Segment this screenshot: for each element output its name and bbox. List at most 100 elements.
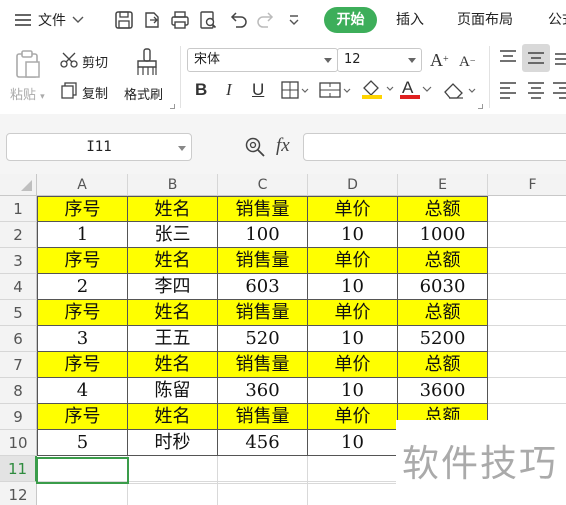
cell-c7[interactable]: 销售量 <box>218 352 308 378</box>
cell-e3[interactable]: 总额 <box>398 248 488 274</box>
cell-b8[interactable]: 陈留 <box>128 378 218 404</box>
cell-e8[interactable]: 3600 <box>398 378 488 404</box>
cell-d10[interactable]: 10 <box>308 430 398 456</box>
clear-format-icon[interactable] <box>441 80 477 100</box>
cell-f8[interactable] <box>488 378 566 404</box>
cell-b12[interactable] <box>128 482 218 505</box>
paste-icon[interactable] <box>12 48 44 80</box>
formula-input[interactable] <box>303 133 566 161</box>
cell-d5[interactable]: 单价 <box>308 300 398 326</box>
cell-c5[interactable]: 销售量 <box>218 300 308 326</box>
cell-a10[interactable]: 5 <box>37 430 128 456</box>
cell-f4[interactable] <box>488 274 566 300</box>
cell-b9[interactable]: 姓名 <box>128 404 218 430</box>
align-left-icon[interactable] <box>498 80 518 100</box>
cell-a12[interactable] <box>37 482 128 505</box>
align-center-icon[interactable] <box>526 80 546 100</box>
cell-e1[interactable]: 总额 <box>398 196 488 222</box>
cell-a8[interactable]: 4 <box>37 378 128 404</box>
clipboard-group-launcher[interactable] <box>170 104 175 109</box>
cell-c9[interactable]: 销售量 <box>218 404 308 430</box>
paste-button[interactable]: 粘贴 ▾ <box>10 84 45 103</box>
customize-dropdown-icon[interactable] <box>287 9 301 31</box>
column-header-f[interactable]: F <box>488 174 566 196</box>
column-header-d[interactable]: D <box>308 174 398 196</box>
fill-color-icon[interactable] <box>359 78 395 100</box>
font-group-launcher[interactable] <box>478 104 483 109</box>
cell-a3[interactable]: 序号 <box>37 248 128 274</box>
cell-b5[interactable]: 姓名 <box>128 300 218 326</box>
cell-a1[interactable]: 序号 <box>37 196 128 222</box>
row-header-4[interactable]: 4 <box>0 274 37 300</box>
cell-d8[interactable]: 10 <box>308 378 398 404</box>
tab-page-layout[interactable]: 页面布局 <box>457 10 513 30</box>
cell-b7[interactable]: 姓名 <box>128 352 218 378</box>
scissors-icon[interactable] <box>60 51 78 69</box>
cell-d7[interactable]: 单价 <box>308 352 398 378</box>
cell-d1[interactable]: 单价 <box>308 196 398 222</box>
redo-icon[interactable] <box>255 9 277 31</box>
cell-c8[interactable]: 360 <box>218 378 308 404</box>
cell-c3[interactable]: 销售量 <box>218 248 308 274</box>
row-header-12[interactable]: 12 <box>0 482 37 505</box>
cell-f5[interactable] <box>488 300 566 326</box>
increase-font-icon[interactable]: A+ <box>430 50 449 70</box>
merge-cells-icon[interactable] <box>318 80 352 100</box>
name-box[interactable]: I11 <box>6 133 192 161</box>
cell-a9[interactable]: 序号 <box>37 404 128 430</box>
column-header-b[interactable]: B <box>128 174 218 196</box>
column-header-a[interactable]: A <box>37 174 128 196</box>
row-header-2[interactable]: 2 <box>0 222 37 248</box>
file-menu[interactable]: 文件 <box>14 9 84 31</box>
cell-d12[interactable] <box>308 482 398 505</box>
row-header-1[interactable]: 1 <box>0 196 37 222</box>
save-icon[interactable] <box>113 9 135 31</box>
cut-label[interactable]: 剪切 <box>82 52 108 71</box>
cell-c4[interactable]: 603 <box>218 274 308 300</box>
font-size-select[interactable]: 12 <box>337 48 422 72</box>
cell-f7[interactable] <box>488 352 566 378</box>
align-middle-button[interactable] <box>522 44 550 72</box>
copy-icon[interactable] <box>60 81 78 99</box>
format-painter-icon[interactable] <box>133 47 161 77</box>
cell-f3[interactable] <box>488 248 566 274</box>
tab-insert[interactable]: 插入 <box>396 10 424 30</box>
row-header-10[interactable]: 10 <box>0 430 37 456</box>
font-name-select[interactable]: 宋体 <box>187 48 338 72</box>
borders-icon[interactable] <box>280 80 310 100</box>
row-header-3[interactable]: 3 <box>0 248 37 274</box>
row-header-8[interactable]: 8 <box>0 378 37 404</box>
cell-b3[interactable]: 姓名 <box>128 248 218 274</box>
cell-e2[interactable]: 1000 <box>398 222 488 248</box>
column-header-c[interactable]: C <box>218 174 308 196</box>
cell-d6[interactable]: 10 <box>308 326 398 352</box>
zoom-function-icon[interactable] <box>244 136 266 158</box>
decrease-font-icon[interactable]: A− <box>459 52 475 72</box>
align-bottom-icon[interactable] <box>553 48 566 68</box>
cell-c12[interactable] <box>218 482 308 505</box>
cell-e4[interactable]: 6030 <box>398 274 488 300</box>
cell-c1[interactable]: 销售量 <box>218 196 308 222</box>
cell-b10[interactable]: 时秒 <box>128 430 218 456</box>
cell-c6[interactable]: 520 <box>218 326 308 352</box>
row-header-9[interactable]: 9 <box>0 404 37 430</box>
cell-b1[interactable]: 姓名 <box>128 196 218 222</box>
cell-a6[interactable]: 3 <box>37 326 128 352</box>
cell-b2[interactable]: 张三 <box>128 222 218 248</box>
cell-d4[interactable]: 10 <box>308 274 398 300</box>
cell-f6[interactable] <box>488 326 566 352</box>
cell-f1[interactable] <box>488 196 566 222</box>
row-header-11[interactable]: 11 <box>0 456 37 482</box>
cell-a5[interactable]: 序号 <box>37 300 128 326</box>
row-header-6[interactable]: 6 <box>0 326 37 352</box>
cell-c2[interactable]: 100 <box>218 222 308 248</box>
underline-button[interactable]: U <box>252 80 264 100</box>
cell-a7[interactable]: 序号 <box>37 352 128 378</box>
cell-e5[interactable]: 总额 <box>398 300 488 326</box>
italic-button[interactable]: I <box>226 80 232 100</box>
cell-f2[interactable] <box>488 222 566 248</box>
export-icon[interactable] <box>141 9 163 31</box>
cell-b6[interactable]: 王五 <box>128 326 218 352</box>
print-icon[interactable] <box>169 9 191 31</box>
cell-d3[interactable]: 单价 <box>308 248 398 274</box>
